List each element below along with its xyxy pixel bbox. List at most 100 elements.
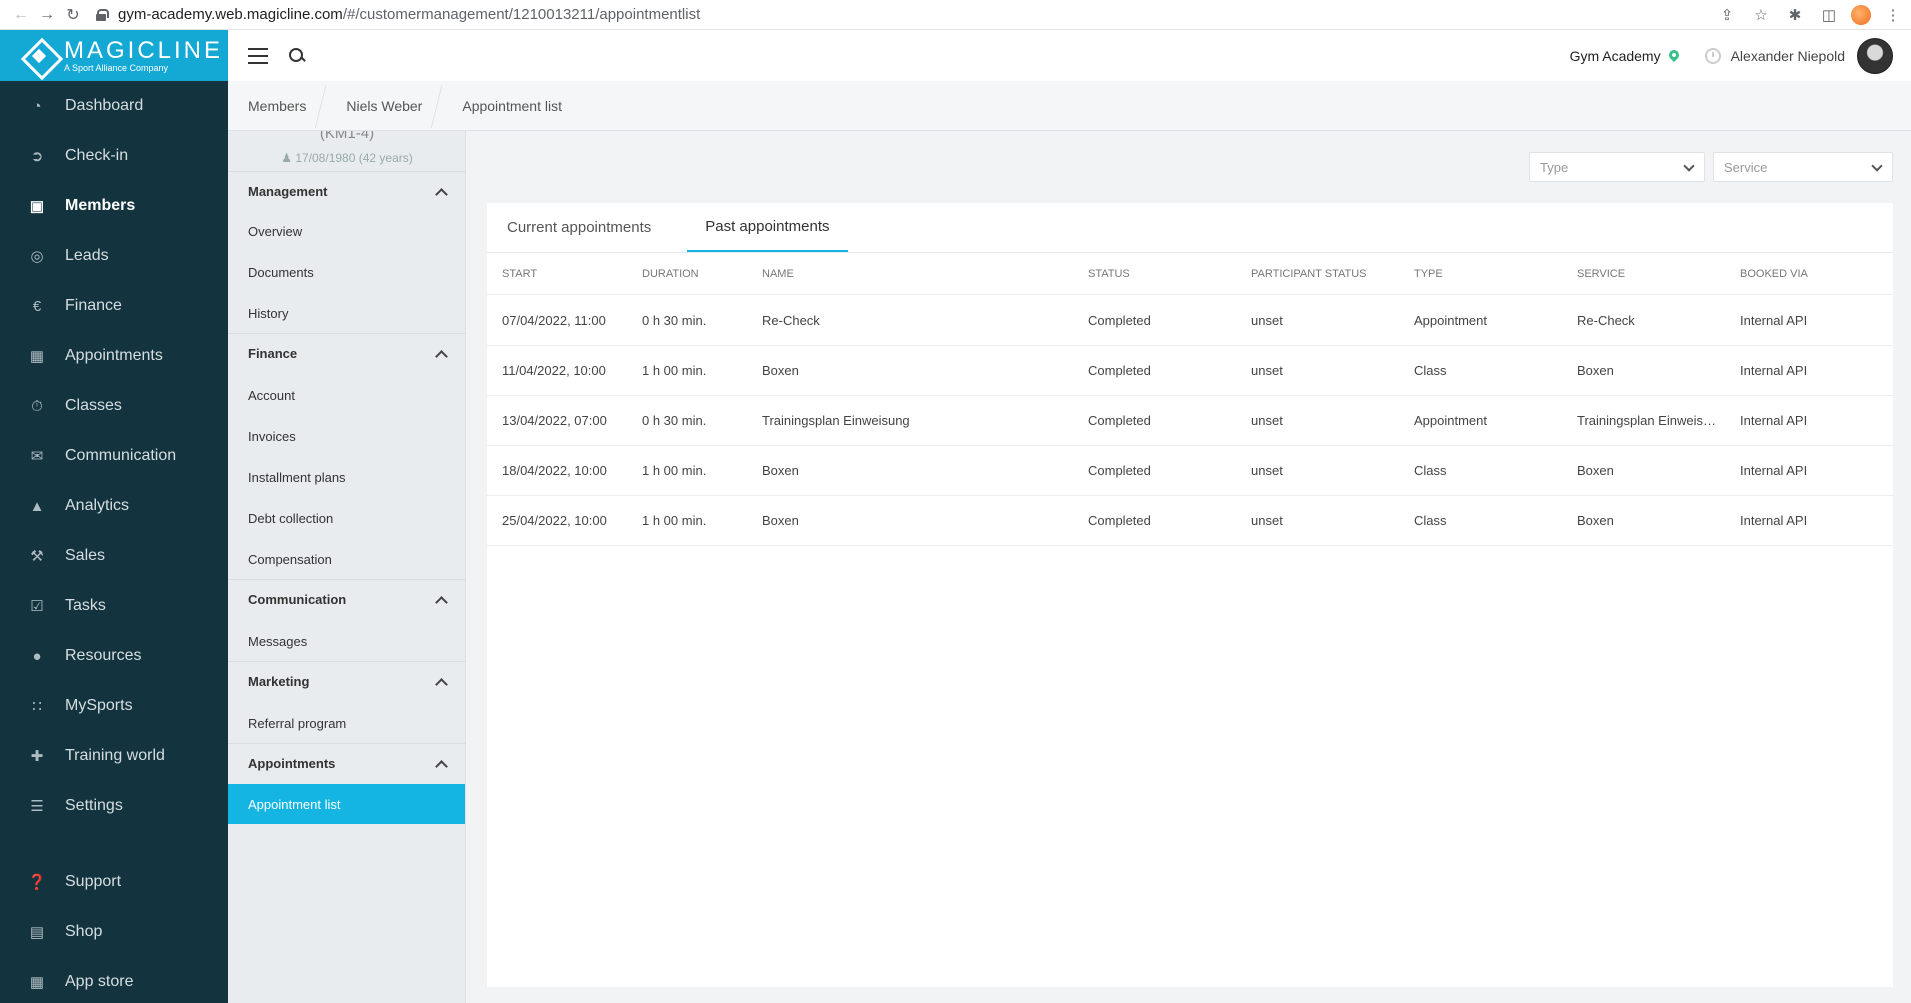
subnav-overview[interactable]: Overview bbox=[228, 211, 465, 251]
studio-name[interactable]: Gym Academy bbox=[1570, 48, 1661, 64]
nav-item-classes[interactable]: ⏱ Classes bbox=[0, 386, 228, 426]
calendar-icon: ▦ bbox=[29, 348, 45, 365]
subnav-installment-plans[interactable]: Installment plans bbox=[228, 457, 465, 497]
subnav-messages[interactable]: Messages bbox=[228, 621, 465, 661]
subnav-referral-program[interactable]: Referral program bbox=[228, 703, 465, 743]
section-management[interactable]: Management bbox=[228, 171, 465, 211]
forward-icon[interactable]: → bbox=[34, 3, 60, 27]
user-name[interactable]: Alexander Niepold bbox=[1731, 48, 1845, 64]
section-communication[interactable]: Communication bbox=[228, 579, 465, 619]
profile-icon[interactable] bbox=[1851, 5, 1871, 25]
subnav-invoices[interactable]: Invoices bbox=[228, 416, 465, 456]
search-icon[interactable] bbox=[288, 47, 306, 65]
mysports-icon: ∷ bbox=[32, 698, 42, 715]
table-row[interactable]: 07/04/2022, 11:00 0 h 30 min. Re-Check C… bbox=[487, 296, 1893, 346]
section-finance[interactable]: Finance bbox=[228, 333, 465, 373]
subnav-documents[interactable]: Documents bbox=[228, 252, 465, 292]
column-header-name[interactable]: NAME bbox=[762, 268, 794, 280]
cell-status: Completed bbox=[1088, 413, 1151, 428]
nav-item-leads[interactable]: ◎ Leads bbox=[0, 236, 228, 276]
cell-booked-via: Internal API bbox=[1740, 513, 1808, 528]
table-row[interactable]: 25/04/2022, 10:00 1 h 00 min. Boxen Comp… bbox=[487, 496, 1893, 546]
section-title: Management bbox=[248, 184, 328, 199]
brand-logo[interactable]: MAGICLINE A Sport Alliance Company bbox=[0, 30, 228, 81]
breadcrumb-member-name[interactable]: Niels Weber bbox=[326, 81, 442, 131]
subnav-history[interactable]: History bbox=[228, 293, 465, 333]
column-header-participant-status[interactable]: PARTICIPANT STATUS bbox=[1251, 268, 1367, 280]
nav-label: Check-in bbox=[65, 147, 129, 164]
chevron-down-icon bbox=[1684, 162, 1694, 172]
nav-label: Support bbox=[65, 873, 122, 890]
nav-item-training-world[interactable]: ✚ Training world bbox=[0, 736, 228, 776]
nav-item-app-store[interactable]: ▦ App store bbox=[0, 962, 228, 1002]
section-title: Communication bbox=[248, 592, 347, 607]
nav-label: Shop bbox=[65, 923, 103, 940]
nav-label: Resources bbox=[65, 647, 142, 664]
cell-duration: 0 h 30 min. bbox=[642, 313, 707, 328]
cell-name: Boxen bbox=[762, 513, 799, 528]
subnav-debt-collection[interactable]: Debt collection bbox=[228, 498, 465, 538]
nav-item-dashboard[interactable]: ◔ Dashboard bbox=[0, 86, 228, 126]
service-filter-placeholder: Service bbox=[1724, 159, 1768, 175]
column-header-service[interactable]: SERVICE bbox=[1577, 268, 1717, 280]
subnav-compensation[interactable]: Compensation bbox=[228, 539, 465, 579]
back-icon[interactable]: ← bbox=[8, 3, 34, 27]
column-header-start[interactable]: START bbox=[502, 268, 537, 280]
avatar[interactable] bbox=[1857, 37, 1893, 74]
tab-past-appointments[interactable]: Past appointments bbox=[687, 202, 848, 252]
type-filter-select[interactable]: Type bbox=[1529, 152, 1705, 182]
nav-item-shop[interactable]: ▤ Shop bbox=[0, 912, 228, 952]
nav-item-settings[interactable]: ☰ Settings bbox=[0, 786, 228, 826]
tab-current-appointments[interactable]: Current appointments bbox=[507, 202, 669, 252]
nav-item-appointments[interactable]: ▦ Appointments bbox=[0, 336, 228, 376]
cell-status: Completed bbox=[1088, 463, 1151, 478]
nav-item-finance[interactable]: € Finance bbox=[0, 286, 228, 326]
cell-name: Trainingsplan Einweisung bbox=[762, 413, 910, 428]
cell-start: 07/04/2022, 11:00 bbox=[502, 313, 606, 328]
column-header-type[interactable]: TYPE bbox=[1414, 268, 1443, 280]
share-icon[interactable]: ⇪ bbox=[1715, 3, 1739, 27]
reload-icon[interactable]: ↻ bbox=[60, 3, 86, 27]
cell-type: Class bbox=[1414, 463, 1447, 478]
column-header-status[interactable]: STATUS bbox=[1088, 268, 1130, 280]
column-header-duration[interactable]: DURATION bbox=[642, 268, 699, 280]
clock-icon[interactable] bbox=[1704, 47, 1721, 64]
table-row[interactable]: 18/04/2022, 10:00 1 h 00 min. Boxen Comp… bbox=[487, 446, 1893, 496]
chevron-up-icon bbox=[436, 677, 446, 687]
nav-item-support[interactable]: ❓ Support bbox=[0, 862, 228, 902]
extensions-icon[interactable]: ✱ bbox=[1783, 3, 1807, 27]
url-host: gym-academy.web.magicline.com bbox=[118, 6, 343, 23]
brand-name: MAGICLINE bbox=[64, 36, 224, 64]
subnav-account[interactable]: Account bbox=[228, 375, 465, 415]
column-header-booked-via[interactable]: BOOKED VIA bbox=[1740, 268, 1808, 280]
menu-dots-icon[interactable]: ⋮ bbox=[1881, 3, 1905, 27]
cell-service: Boxen bbox=[1577, 513, 1614, 528]
chevron-up-icon bbox=[436, 759, 446, 769]
nav-item-check-in[interactable]: ➲ Check-in bbox=[0, 136, 228, 176]
section-marketing[interactable]: Marketing bbox=[228, 661, 465, 701]
member-sidebar: (KM1-4) ♟ 17/08/1980 (42 years) Manageme… bbox=[228, 131, 466, 1003]
table-row[interactable]: 13/04/2022, 07:00 0 h 30 min. Trainingsp… bbox=[487, 396, 1893, 446]
table-row[interactable]: 11/04/2022, 10:00 1 h 00 min. Boxen Comp… bbox=[487, 346, 1893, 396]
star-icon[interactable]: ☆ bbox=[1749, 3, 1773, 27]
nav-item-resources[interactable]: ● Resources bbox=[0, 636, 228, 676]
address-bar[interactable]: gym-academy.web.magicline.com/#/customer… bbox=[96, 2, 700, 28]
nav-label: Communication bbox=[65, 447, 177, 464]
sidebar-toggle-icon[interactable]: ◫ bbox=[1817, 3, 1841, 27]
nav-item-communication[interactable]: ✉ Communication bbox=[0, 436, 228, 476]
chevron-up-icon bbox=[436, 349, 446, 359]
nav-item-tasks[interactable]: ☑ Tasks bbox=[0, 586, 228, 626]
cell-status: Completed bbox=[1088, 363, 1151, 378]
section-appointments[interactable]: Appointments bbox=[228, 743, 465, 783]
person-icon: ♟ bbox=[281, 151, 296, 165]
shop-icon: ▤ bbox=[29, 924, 45, 941]
subnav-appointment-list[interactable]: Appointment list bbox=[228, 784, 465, 824]
nav-item-members[interactable]: ▣ Members bbox=[0, 186, 228, 226]
top-header: Gym Academy Alexander Niepold bbox=[228, 30, 1911, 81]
service-filter-select[interactable]: Service bbox=[1713, 152, 1893, 182]
hamburger-menu-icon[interactable] bbox=[248, 47, 268, 64]
nav-item-sales[interactable]: ⚒ Sales bbox=[0, 536, 228, 576]
breadcrumb-members[interactable]: Members bbox=[228, 81, 326, 131]
nav-item-analytics[interactable]: ▲ Analytics bbox=[0, 486, 228, 526]
nav-item-mysports[interactable]: ∷ MySports bbox=[0, 686, 228, 726]
